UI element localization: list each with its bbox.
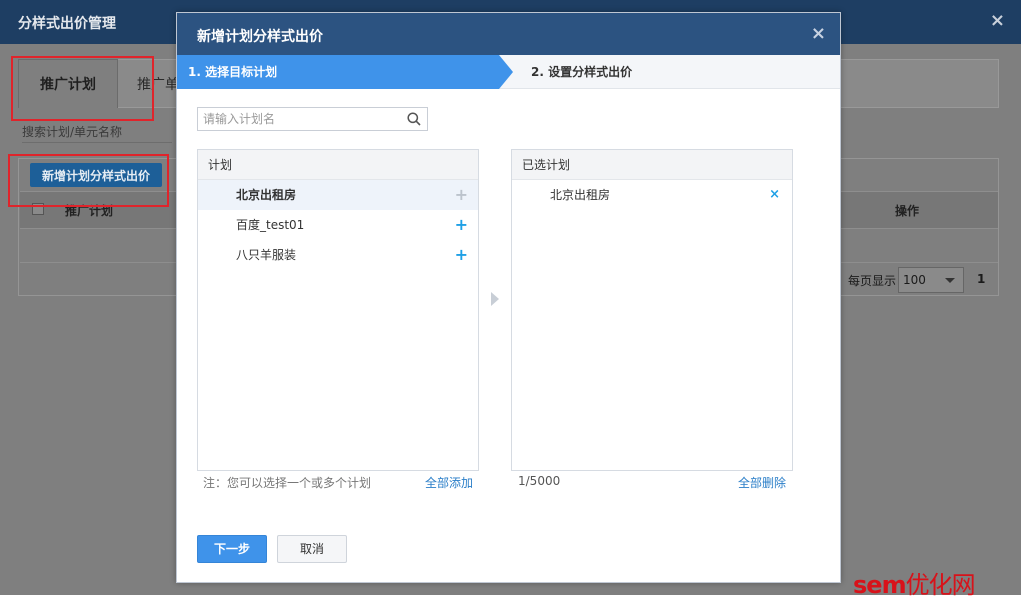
delete-all-link[interactable]: 全部删除 [738, 474, 786, 491]
dialog-close-icon[interactable]: × [811, 23, 826, 44]
next-step-button[interactable]: 下一步 [197, 535, 267, 563]
plan-list-panel: 计划 北京出租房 + 百度_test01 + 八只羊服装 + [197, 149, 479, 471]
plus-icon[interactable]: + [455, 240, 468, 270]
plan-name: 百度_test01 [236, 218, 305, 232]
dialog-title: 新增计划分样式出价 [197, 29, 323, 45]
background-search-input[interactable]: 搜索计划/单元名称 [22, 121, 172, 143]
watermark-brand: sem [853, 571, 907, 599]
selected-count: 1/5000 [518, 474, 561, 488]
per-page-select[interactable]: 100 [898, 267, 964, 293]
plan-name: 八只羊服装 [236, 248, 297, 262]
per-page-label: 每页显示 [848, 274, 897, 288]
list-item[interactable]: 百度_test01 + [198, 210, 478, 240]
cancel-button[interactable]: 取消 [277, 535, 347, 563]
plan-list-header: 计划 [198, 150, 478, 180]
plan-name: 北京出租房 [236, 188, 297, 202]
step-arrow [499, 55, 513, 89]
list-item[interactable]: 八只羊服装 + [198, 240, 478, 270]
dialog-header: 新增计划分样式出价 × [177, 13, 840, 55]
watermark-logo: sem优化网 [853, 565, 976, 599]
background-title: 分样式出价管理 [18, 16, 116, 32]
add-campaign-style-bid-button[interactable]: 新增计划分样式出价 [30, 163, 162, 187]
list-item[interactable]: 北京出租房 + [198, 180, 478, 210]
plus-icon: + [454, 185, 468, 204]
step-indicator: 1. 选择目标计划 2. 设置分样式出价 [177, 55, 840, 89]
select-all-checkbox[interactable] [32, 203, 44, 215]
background-close-icon[interactable]: × [990, 10, 1005, 31]
column-header-campaign: 推广计划 [65, 204, 114, 218]
per-page-value: 100 [903, 273, 926, 287]
selected-plan-name: 北京出租房 [550, 188, 611, 202]
remove-icon[interactable]: × [769, 180, 780, 210]
step-select-plan: 1. 选择目标计划 [177, 55, 499, 89]
selected-plan-header: 已选计划 [512, 150, 792, 180]
selection-note: 注：您可以选择一个或多个计划 [203, 476, 372, 490]
selected-plan-panel: 已选计划 北京出租房 × [511, 149, 793, 471]
plan-search-input[interactable] [198, 108, 398, 130]
chevron-right-icon [491, 292, 499, 306]
tab-unit[interactable]: 推广单 [137, 59, 177, 108]
watermark-text: 优化网 [905, 571, 976, 599]
search-icon[interactable] [407, 112, 421, 126]
step-set-bid: 2. 设置分样式出价 [531, 65, 633, 79]
plus-icon[interactable]: + [455, 210, 468, 240]
plan-search-box [197, 107, 428, 131]
add-all-link[interactable]: 全部添加 [425, 474, 473, 491]
page-number[interactable]: 1 [977, 272, 985, 286]
list-item: 北京出租房 × [512, 180, 792, 210]
chevron-down-icon [945, 278, 955, 283]
tab-campaign[interactable]: 推广计划 [18, 59, 118, 108]
column-header-operation: 操作 [895, 204, 920, 218]
add-plan-dialog: 新增计划分样式出价 × 1. 选择目标计划 2. 设置分样式出价 计划 北京出租… [176, 12, 841, 583]
